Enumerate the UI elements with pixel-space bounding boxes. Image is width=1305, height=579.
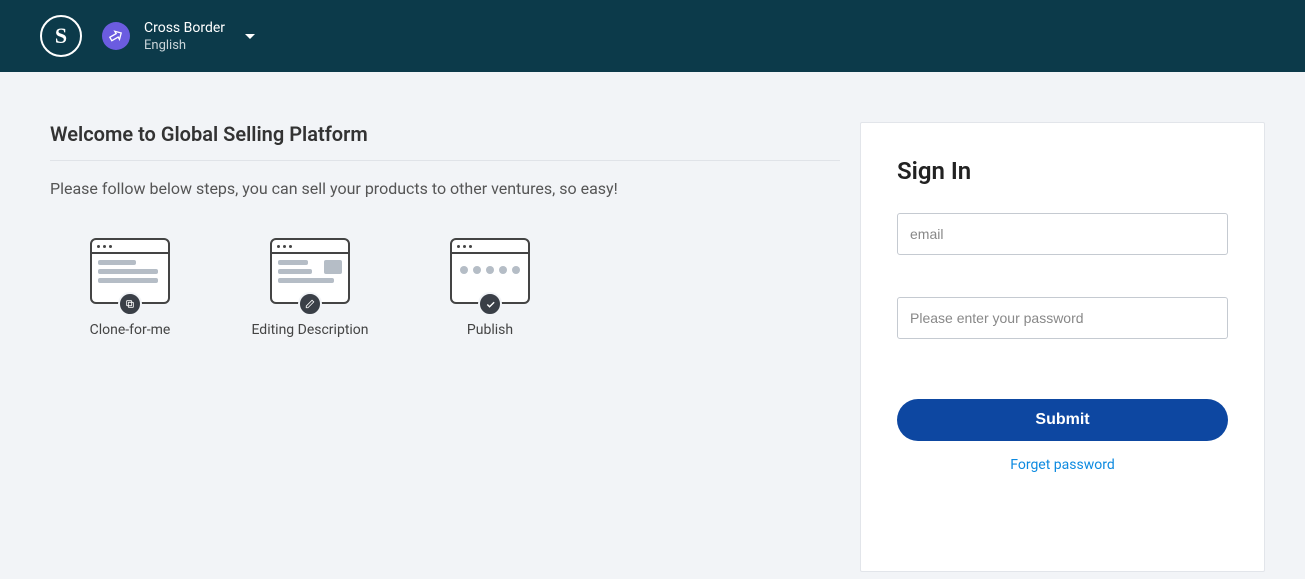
steps-row: Clone-for-me (70, 238, 840, 338)
cross-border-selector[interactable]: Cross Border English (102, 20, 255, 53)
header-text-block: Cross Border English (144, 20, 225, 53)
check-icon (478, 292, 502, 316)
clone-icon (90, 238, 170, 304)
header-title: Cross Border (144, 20, 225, 36)
signin-title: Sign In (897, 157, 1228, 185)
plane-icon (102, 22, 130, 50)
step-clone: Clone-for-me (70, 238, 190, 338)
step-label: Clone-for-me (90, 322, 171, 338)
logo-letter: S (55, 23, 67, 49)
signin-panel: Sign In Submit Forget password (860, 122, 1265, 572)
main-panel: Welcome to Global Selling Platform Pleas… (50, 122, 840, 572)
page-title: Welcome to Global Selling Platform (50, 122, 840, 161)
header-bar: S Cross Border English (0, 0, 1305, 72)
pencil-icon (298, 292, 322, 316)
chevron-down-icon (245, 34, 255, 39)
header-language: English (144, 38, 225, 53)
submit-button[interactable]: Submit (897, 399, 1228, 441)
password-field[interactable] (897, 297, 1228, 339)
step-label: Publish (467, 322, 513, 338)
forget-password-link[interactable]: Forget password (897, 457, 1228, 473)
step-publish: Publish (430, 238, 550, 338)
content-area: Welcome to Global Selling Platform Pleas… (0, 72, 1305, 572)
logo-icon: S (40, 15, 82, 57)
step-label: Editing Description (251, 322, 368, 338)
copy-icon (118, 292, 142, 316)
publish-icon (450, 238, 530, 304)
page-subtitle: Please follow below steps, you can sell … (50, 179, 840, 198)
step-edit: Editing Description (250, 238, 370, 338)
email-field[interactable] (897, 213, 1228, 255)
edit-icon (270, 238, 350, 304)
